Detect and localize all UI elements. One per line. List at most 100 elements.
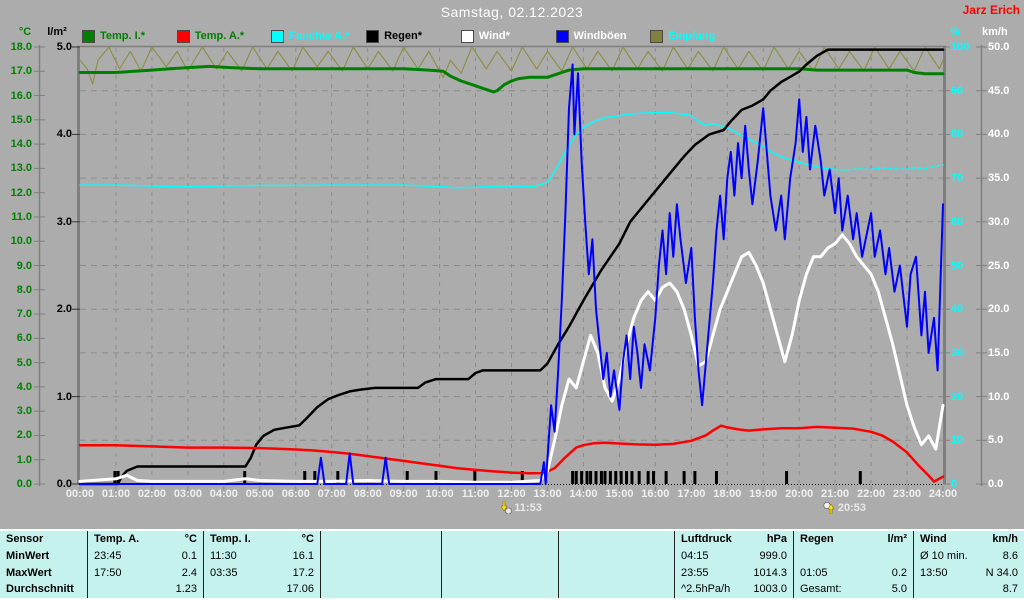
table-cell-row: 17:502.4 <box>88 564 203 581</box>
percent-tick-label: 40 <box>951 302 981 316</box>
kmh-tick-label: 25.0 <box>988 259 1022 273</box>
kmh-tick-label: 5.0 <box>988 433 1022 447</box>
table-cell-value: 5.0 <box>892 583 907 595</box>
table-cell-row: 1.23 <box>88 581 203 598</box>
table-cell-row <box>442 548 558 565</box>
celsius-tick-label: 5.0 <box>0 356 32 370</box>
table-cell-value: 1003.0 <box>753 583 787 595</box>
rain-event-bar <box>785 471 788 484</box>
table-column-regen: Regenl/m²01:050.2Gesamt:5.0 <box>794 531 914 598</box>
table-cell-row: 23:551014.3 <box>675 564 793 581</box>
percent-tick-label: 100 <box>951 40 981 54</box>
celsius-tick-label: 8.0 <box>0 283 32 297</box>
moon-marker-time: 20:53 <box>838 502 866 514</box>
rain-event-bar <box>638 471 641 484</box>
table-cell-row <box>559 564 674 581</box>
sensor-unit: hPa <box>767 533 787 545</box>
kmh-tick-label: 0.0 <box>988 477 1022 491</box>
table-cell-value: 8.6 <box>1003 550 1018 562</box>
table-cell-value: 8.7 <box>1003 583 1018 595</box>
table-row-label: MinWert <box>0 548 87 565</box>
table-column-header <box>321 531 441 548</box>
table-cell-time: 17:50 <box>94 567 122 579</box>
celsius-tick-label: 2.0 <box>0 428 32 442</box>
table-column-header <box>442 531 558 548</box>
table-column-header <box>559 531 674 548</box>
summary-table-grid: SensorMinWertMaxWertDurchschnittTemp. A.… <box>0 531 1024 598</box>
rain-event-bar <box>625 471 628 484</box>
rain-event-bar <box>595 471 598 484</box>
series-feuchte-a-tail <box>835 165 943 170</box>
table-cell-time: 04:15 <box>681 550 709 562</box>
table-column-wind: Windkm/hØ 10 min.8.613:50N 34.08.7 <box>914 531 1024 598</box>
table-column-luftdruck: LuftdruckhPa04:15999.023:551014.3^2.5hPa… <box>675 531 794 598</box>
rain-event-bar <box>614 471 617 484</box>
table-column-empty <box>442 531 559 598</box>
celsius-tick-label: 9.0 <box>0 259 32 273</box>
rain-event-bar <box>715 471 718 484</box>
percent-tick-label: 90 <box>951 84 981 98</box>
table-cell-time: Ø 10 min. <box>920 550 968 562</box>
table-cell-row <box>559 581 674 598</box>
rain-event-bar <box>652 471 655 484</box>
table-cell-row: Gesamt:5.0 <box>794 581 913 598</box>
celsius-tick-label: 15.0 <box>0 113 32 127</box>
plot-left-border <box>77 47 80 484</box>
moonset-icon <box>499 501 512 514</box>
table-cell-row <box>442 581 558 598</box>
table-cell-row <box>442 564 558 581</box>
table-column-header: Windkm/h <box>914 531 1024 548</box>
sensor-unit: °C <box>185 533 197 545</box>
table-row-label: Durchschnitt <box>0 581 87 598</box>
lm2-tick-label: 4.0 <box>44 127 72 141</box>
rain-event-bar <box>609 471 612 484</box>
celsius-tick-label: 4.0 <box>0 380 32 394</box>
sensor-name: Temp. A. <box>94 533 139 545</box>
sensor-unit: km/h <box>992 533 1018 545</box>
celsius-tick-label: 11.0 <box>0 210 32 224</box>
rain-event-bar <box>586 471 589 484</box>
chart-plot-svg <box>0 0 1024 530</box>
table-cell-row: 11:3016.1 <box>204 548 320 565</box>
table-row-labels-column: SensorMinWertMaxWertDurchschnitt <box>0 531 88 598</box>
rain-event-bar <box>589 471 592 484</box>
celsius-tick-label: 14.0 <box>0 137 32 151</box>
kmh-tick-label: 10.0 <box>988 390 1022 404</box>
table-cell-row: 04:15999.0 <box>675 548 793 565</box>
table-cell-value: 1.23 <box>176 583 197 595</box>
rain-event-bar <box>859 471 862 484</box>
percent-tick-label: 50 <box>951 259 981 273</box>
table-cell-row <box>321 564 441 581</box>
percent-tick-label: 10 <box>951 433 981 447</box>
rain-event-bar <box>603 471 606 484</box>
x-axis-tick-label: 24:00 <box>921 488 965 500</box>
table-column-temp-i: Temp. I.°C11:3016.103:3517.217.06 <box>204 531 321 598</box>
table-cell-time: 23:45 <box>94 550 122 562</box>
moon-marker-time: 11:53 <box>514 502 542 514</box>
table-cell-row: 17.06 <box>204 581 320 598</box>
table-column-temp-a: Temp. A. °C 23:45 0.1 17:502.4 1.23 <box>88 531 204 598</box>
table-cell-value: N 34.0 <box>986 567 1018 579</box>
percent-tick-label: 20 <box>951 390 981 404</box>
kmh-tick-label: 15.0 <box>988 346 1022 360</box>
lm2-tick-label: 5.0 <box>44 40 72 54</box>
table-cell-row: 8.7 <box>914 581 1024 598</box>
table-column-header: Luftdruck hPa <box>675 531 793 548</box>
celsius-tick-label: 16.0 <box>0 89 32 103</box>
lm2-tick-label: 1.0 <box>44 390 72 404</box>
summary-table: SensorMinWertMaxWertDurchschnittTemp. A.… <box>0 529 1024 600</box>
moonrise-marker: 20:53 <box>823 501 866 514</box>
sensor-name: Luftdruck <box>681 533 732 545</box>
lm2-tick-label: 3.0 <box>44 215 72 229</box>
celsius-tick-label: 1.0 <box>0 453 32 467</box>
percent-tick-label: 30 <box>951 346 981 360</box>
lm2-tick-label: 2.0 <box>44 302 72 316</box>
table-cell-row <box>321 548 441 565</box>
rain-event-bar <box>575 471 578 484</box>
table-cell-value: 0.1 <box>182 550 197 562</box>
rain-event-bar <box>630 471 633 484</box>
kmh-tick-label: 30.0 <box>988 215 1022 229</box>
rain-event-bar <box>571 471 574 484</box>
kmh-tick-label: 50.0 <box>988 40 1022 54</box>
table-cell-time: 01:05 <box>800 567 828 579</box>
